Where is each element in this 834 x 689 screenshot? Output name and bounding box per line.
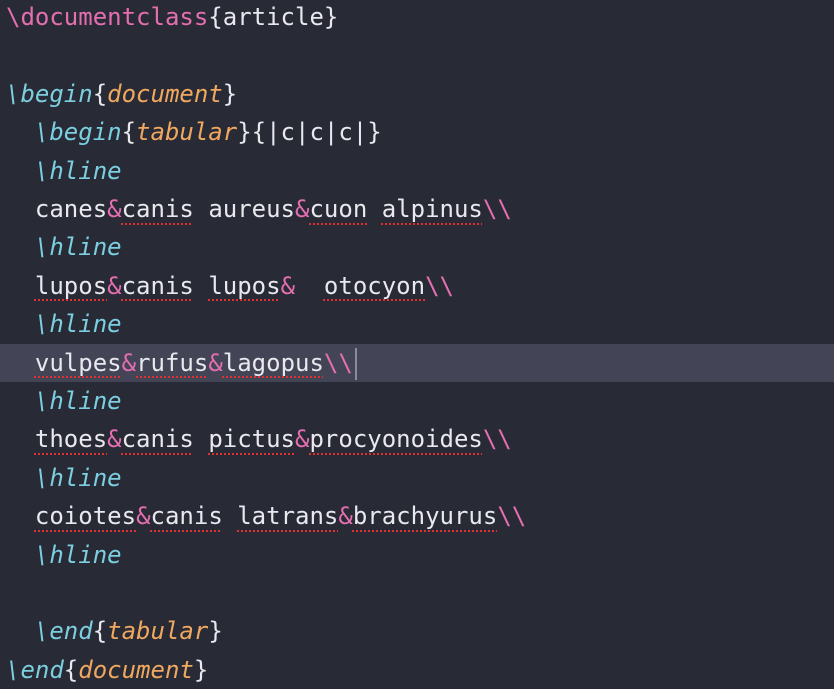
code-token: \hline bbox=[6, 387, 122, 415]
code-token: \\ bbox=[482, 195, 512, 223]
code-line[interactable]: \hline bbox=[0, 228, 834, 266]
code-line[interactable]: \begin{document} bbox=[0, 75, 834, 113]
misspelled-word: vulpes bbox=[34, 348, 122, 377]
code-token: \ bbox=[6, 79, 21, 108]
code-line[interactable]: \documentclass{article} bbox=[0, 0, 834, 36]
code-token: \hline bbox=[6, 310, 122, 339]
code-line[interactable]: \hline bbox=[0, 536, 834, 574]
code-token: \\ bbox=[425, 271, 454, 300]
code-token: & bbox=[208, 348, 223, 377]
code-token: \\ bbox=[323, 348, 353, 377]
code-line[interactable]: \hline bbox=[0, 382, 834, 420]
code-token: \hline bbox=[6, 463, 122, 492]
code-token: { bbox=[208, 3, 223, 31]
code-token: document bbox=[78, 655, 194, 684]
code-token: \hline bbox=[6, 233, 122, 262]
code-token: \documentclass bbox=[6, 3, 209, 31]
text-cursor bbox=[354, 347, 357, 380]
code-token: & bbox=[107, 195, 122, 223]
code-token: { bbox=[63, 655, 79, 684]
misspelled-word: lupos bbox=[208, 271, 281, 300]
code-token: \begin bbox=[6, 118, 122, 147]
misspelled-word: rufus bbox=[136, 348, 209, 377]
code-line[interactable]: \begin{tabular}{|c|c|c|} bbox=[0, 113, 834, 151]
misspelled-word: latrans bbox=[237, 502, 339, 531]
code-token: { bbox=[92, 617, 108, 646]
code-token: article bbox=[222, 3, 324, 31]
code-token: tabular bbox=[136, 118, 238, 147]
code-line[interactable]: lupos&canis lupos& otocyon\\ bbox=[0, 267, 834, 305]
code-line[interactable] bbox=[0, 36, 834, 74]
code-token: & bbox=[280, 271, 296, 300]
misspelled-word: procyonoides bbox=[309, 425, 483, 454]
code-token: & bbox=[121, 348, 137, 377]
misspelled-word: lupos bbox=[34, 271, 108, 300]
code-line[interactable]: \end{tabular} bbox=[0, 612, 834, 650]
code-token: document bbox=[107, 79, 223, 108]
misspelled-word: thoes bbox=[34, 425, 108, 454]
code-line-current[interactable]: vulpes&rufus&lagopus\\ bbox=[0, 343, 834, 382]
code-token: \hline bbox=[6, 156, 122, 185]
code-token: & bbox=[107, 425, 122, 454]
code-token: aureus bbox=[208, 195, 296, 223]
code-token: \end bbox=[6, 655, 64, 684]
misspelled-word: alpinus bbox=[381, 195, 483, 223]
misspelled-word: brachyurus bbox=[352, 502, 498, 531]
code-editor[interactable]: \documentclass{article} \begin{document} … bbox=[0, 0, 834, 686]
misspelled-word: coiotes bbox=[34, 502, 137, 531]
misspelled-word: cuon bbox=[309, 195, 368, 223]
code-token: } bbox=[222, 79, 238, 108]
code-line[interactable]: \end{document} bbox=[0, 651, 834, 689]
code-line[interactable] bbox=[0, 574, 834, 612]
code-token: & bbox=[338, 502, 353, 531]
code-token: & bbox=[136, 502, 151, 531]
code-token: canes bbox=[34, 195, 108, 223]
code-token: \hline bbox=[6, 540, 122, 569]
code-line[interactable]: canes&canis aureus&cuon alpinus\\ bbox=[0, 190, 834, 228]
code-token: } bbox=[323, 3, 339, 31]
code-token: } bbox=[193, 655, 209, 684]
misspelled-word: canis bbox=[121, 425, 194, 454]
code-token: & bbox=[107, 271, 122, 300]
code-token: } bbox=[208, 617, 223, 646]
code-token: \end bbox=[6, 617, 93, 646]
code-token: { bbox=[121, 118, 137, 147]
code-token: tabular bbox=[107, 617, 209, 646]
misspelled-word: canis bbox=[150, 502, 223, 531]
code-token: { bbox=[92, 79, 108, 108]
misspelled-word: canis bbox=[121, 195, 194, 223]
code-line[interactable]: \hline bbox=[0, 459, 834, 497]
misspelled-word: pictus bbox=[208, 425, 296, 454]
code-token: & bbox=[295, 195, 310, 223]
misspelled-word: canis bbox=[121, 271, 194, 300]
code-token: \\ bbox=[482, 425, 512, 454]
code-line[interactable]: \hline bbox=[0, 152, 834, 190]
misspelled-word: lagopus bbox=[222, 348, 324, 377]
code-line[interactable]: \hline bbox=[0, 305, 834, 343]
code-line[interactable]: thoes&canis pictus&procyonoides\\ bbox=[0, 420, 834, 458]
code-token: & bbox=[295, 425, 310, 454]
code-token: }{|c|c|c|} bbox=[237, 118, 382, 147]
code-token: begin bbox=[20, 79, 93, 108]
code-line[interactable]: coiotes&canis latrans&brachyurus\\ bbox=[0, 497, 834, 535]
code-token: \\ bbox=[497, 502, 527, 531]
misspelled-word: otocyon bbox=[323, 271, 426, 300]
